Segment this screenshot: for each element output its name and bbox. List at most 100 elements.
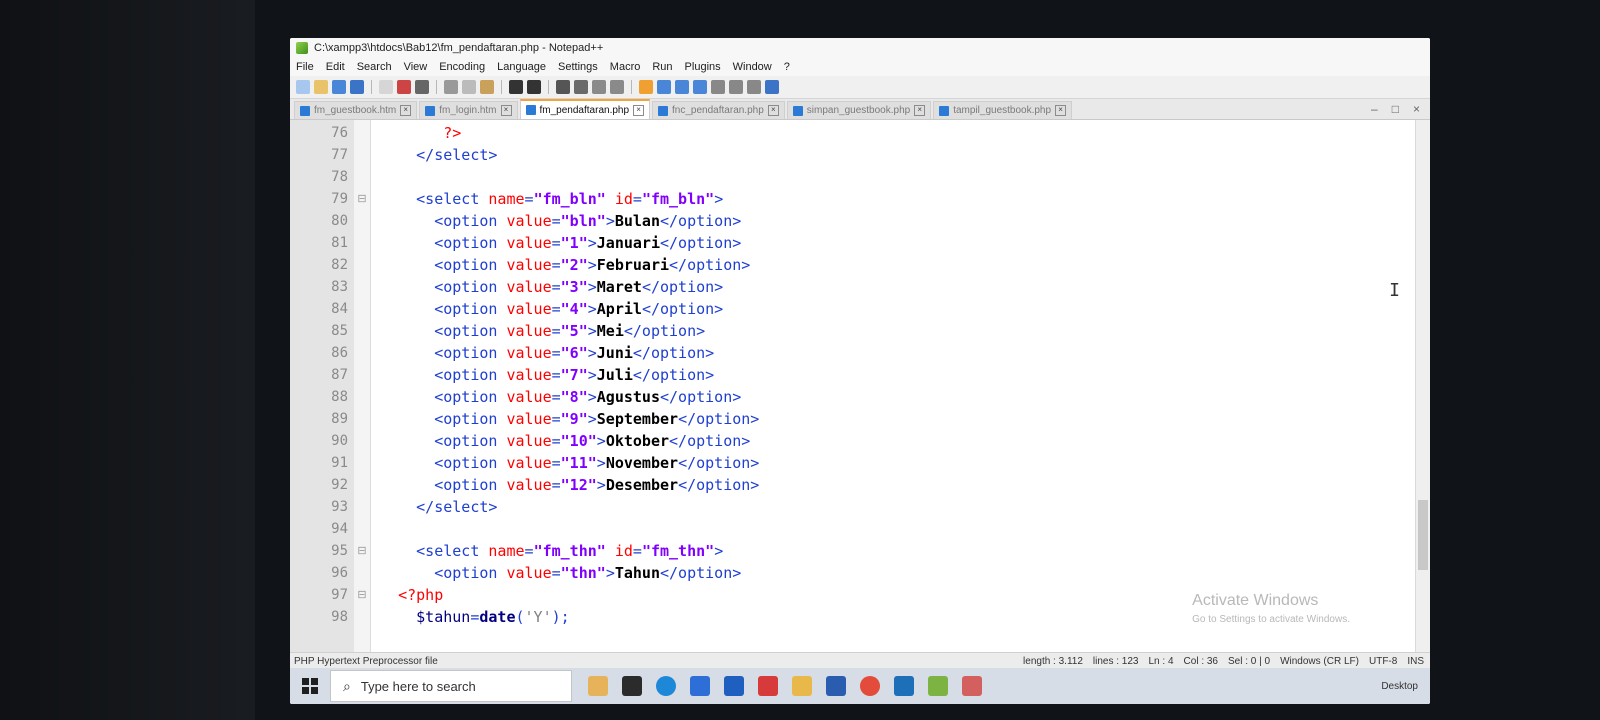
- close-icon[interactable]: [379, 80, 393, 94]
- notepadpp-taskbar-icon[interactable]: [928, 676, 948, 696]
- tab-close-icon[interactable]: ×: [914, 105, 926, 116]
- tab-close-icon[interactable]: ×: [1055, 105, 1067, 116]
- code-line[interactable]: ?>: [371, 122, 1430, 144]
- new-file-icon[interactable]: [296, 80, 310, 94]
- code-line[interactable]: <option value="6">Juni</option>: [371, 342, 1430, 364]
- menu-item-file[interactable]: File: [296, 61, 314, 73]
- minimize-icon[interactable]: –: [1371, 102, 1378, 116]
- code-line[interactable]: <option value="11">November</option>: [371, 452, 1430, 474]
- menu-item-help[interactable]: ?: [784, 61, 790, 73]
- taskbar-search-box[interactable]: ⌕ Type here to search: [330, 670, 572, 702]
- undo-icon[interactable]: [509, 80, 523, 94]
- paste-icon[interactable]: [480, 80, 494, 94]
- replace-icon[interactable]: [574, 80, 588, 94]
- windows-logo-icon: [302, 678, 318, 694]
- menu-item-search[interactable]: Search: [357, 61, 392, 73]
- tab-close-icon[interactable]: ×: [633, 104, 645, 116]
- photos-icon[interactable]: [894, 676, 914, 696]
- start-button[interactable]: [290, 668, 330, 704]
- save-all-icon[interactable]: [350, 80, 364, 94]
- code-line[interactable]: <option value="3">Maret</option>: [371, 276, 1430, 298]
- code-line[interactable]: </select>: [371, 496, 1430, 518]
- code-line[interactable]: <select name="fm_bln" id="fm_bln">: [371, 188, 1430, 210]
- menu-item-macro[interactable]: Macro: [610, 61, 641, 73]
- code-line[interactable]: <option value="7">Juli</option>: [371, 364, 1430, 386]
- mail-icon[interactable]: [724, 676, 744, 696]
- save-icon[interactable]: [332, 80, 346, 94]
- menu-item-window[interactable]: Window: [733, 61, 772, 73]
- open-file-icon[interactable]: [314, 80, 328, 94]
- show-all-chars-icon[interactable]: [675, 80, 689, 94]
- tab-close-icon[interactable]: ×: [767, 105, 779, 116]
- fold-toggle-icon[interactable]: ⊟: [354, 584, 370, 606]
- code-line[interactable]: <option value="9">September</option>: [371, 408, 1430, 430]
- desktop-toolbar-label[interactable]: Desktop: [1381, 681, 1418, 692]
- find-icon[interactable]: [556, 80, 570, 94]
- file-explorer-icon[interactable]: [792, 676, 812, 696]
- print-icon[interactable]: [415, 80, 429, 94]
- scrollbar-thumb[interactable]: [1418, 500, 1428, 570]
- code-line[interactable]: </select>: [371, 144, 1430, 166]
- tab-tampil-guestbook-php[interactable]: tampil_guestbook.php ×: [933, 101, 1073, 119]
- task-view-icon[interactable]: [622, 676, 642, 696]
- code-line[interactable]: <option value="bln">Bulan</option>: [371, 210, 1430, 232]
- vertical-scrollbar[interactable]: [1415, 120, 1430, 652]
- indent-guide-icon[interactable]: [693, 80, 707, 94]
- code-line[interactable]: <option value="thn">Tahun</option>: [371, 562, 1430, 584]
- macro-stop-icon[interactable]: [729, 80, 743, 94]
- code-line[interactable]: [371, 166, 1430, 188]
- cut-icon[interactable]: [444, 80, 458, 94]
- macro-save-icon[interactable]: [765, 80, 779, 94]
- code-line[interactable]: <option value="5">Mei</option>: [371, 320, 1430, 342]
- code-token: "10": [560, 432, 597, 450]
- word-wrap-icon[interactable]: [657, 80, 671, 94]
- copy-icon[interactable]: [462, 80, 476, 94]
- menu-item-settings[interactable]: Settings: [558, 61, 598, 73]
- tab-fnc-pendaftaran-php[interactable]: fnc_pendaftaran.php ×: [652, 101, 785, 119]
- menu-item-encoding[interactable]: Encoding: [439, 61, 485, 73]
- word-icon[interactable]: [826, 676, 846, 696]
- line-number: 92: [331, 477, 348, 493]
- code-line[interactable]: <option value="1">Januari</option>: [371, 232, 1430, 254]
- close-window-icon[interactable]: ×: [1413, 102, 1420, 116]
- macro-play-icon[interactable]: [747, 80, 761, 94]
- code-line[interactable]: <option value="12">Desember</option>: [371, 474, 1430, 496]
- code-line[interactable]: [371, 518, 1430, 540]
- redo-icon[interactable]: [527, 80, 541, 94]
- zoom-in-icon[interactable]: [592, 80, 606, 94]
- menu-item-plugins[interactable]: Plugins: [685, 61, 721, 73]
- tab-simpan-guestbook-php[interactable]: simpan_guestbook.php ×: [786, 101, 932, 119]
- code-line[interactable]: <option value="2">Februari</option>: [371, 254, 1430, 276]
- code-area[interactable]: I ?> </select> <select name="fm_bln" id=…: [371, 120, 1430, 652]
- tab-fm-login-htm[interactable]: fm_login.htm ×: [419, 101, 518, 119]
- app-icon[interactable]: [962, 676, 982, 696]
- code-line[interactable]: <option value="8">Agustus</option>: [371, 386, 1430, 408]
- maximize-icon[interactable]: □: [1392, 102, 1399, 116]
- close-all-icon[interactable]: [397, 80, 411, 94]
- menu-item-view[interactable]: View: [404, 61, 428, 73]
- code-line[interactable]: <option value="4">April</option>: [371, 298, 1430, 320]
- tab-fm-pendaftaran-php[interactable]: fm_pendaftaran.php ×: [519, 99, 651, 119]
- fold-toggle-icon[interactable]: ⊟: [354, 540, 370, 562]
- fold-toggle-icon[interactable]: ⊟: [354, 188, 370, 210]
- tab-fm-guestbook-htm[interactable]: fm_guestbook.htm ×: [294, 101, 418, 119]
- sync-scroll-icon[interactable]: [639, 80, 653, 94]
- code-token: >: [587, 256, 597, 274]
- code-editor[interactable]: 76 77 78 79 80 81 82 83 84 85 86 87 88 89 90 91 92 93 94 95…: [290, 120, 1430, 652]
- fold-margin[interactable]: ⊟ ⊟ ⊟: [354, 120, 371, 652]
- macro-record-icon[interactable]: [711, 80, 725, 94]
- edge-icon[interactable]: [656, 676, 676, 696]
- menu-item-edit[interactable]: Edit: [326, 61, 345, 73]
- zoom-out-icon[interactable]: [610, 80, 624, 94]
- tab-close-icon[interactable]: ×: [400, 105, 412, 116]
- vs-icon[interactable]: [758, 676, 778, 696]
- code-line[interactable]: <select name="fm_thn" id="fm_thn">: [371, 540, 1430, 562]
- chrome-icon[interactable]: [860, 676, 880, 696]
- news-widget-icon[interactable]: [588, 676, 608, 696]
- code-line[interactable]: <option value="10">Oktober</option>: [371, 430, 1430, 452]
- store-icon[interactable]: [690, 676, 710, 696]
- tab-close-icon[interactable]: ×: [500, 105, 512, 116]
- menu-item-run[interactable]: Run: [652, 61, 672, 73]
- menu-item-language[interactable]: Language: [497, 61, 546, 73]
